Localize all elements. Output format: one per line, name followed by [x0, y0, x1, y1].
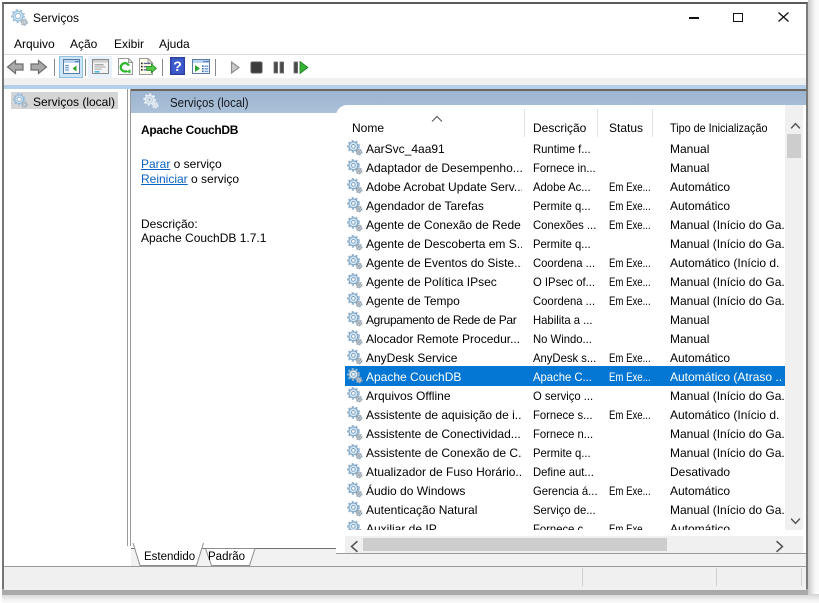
svg-text:Estendido: Estendido: [144, 551, 195, 563]
svg-text:?: ?: [173, 58, 182, 74]
svg-text:Padrão: Padrão: [208, 551, 245, 563]
